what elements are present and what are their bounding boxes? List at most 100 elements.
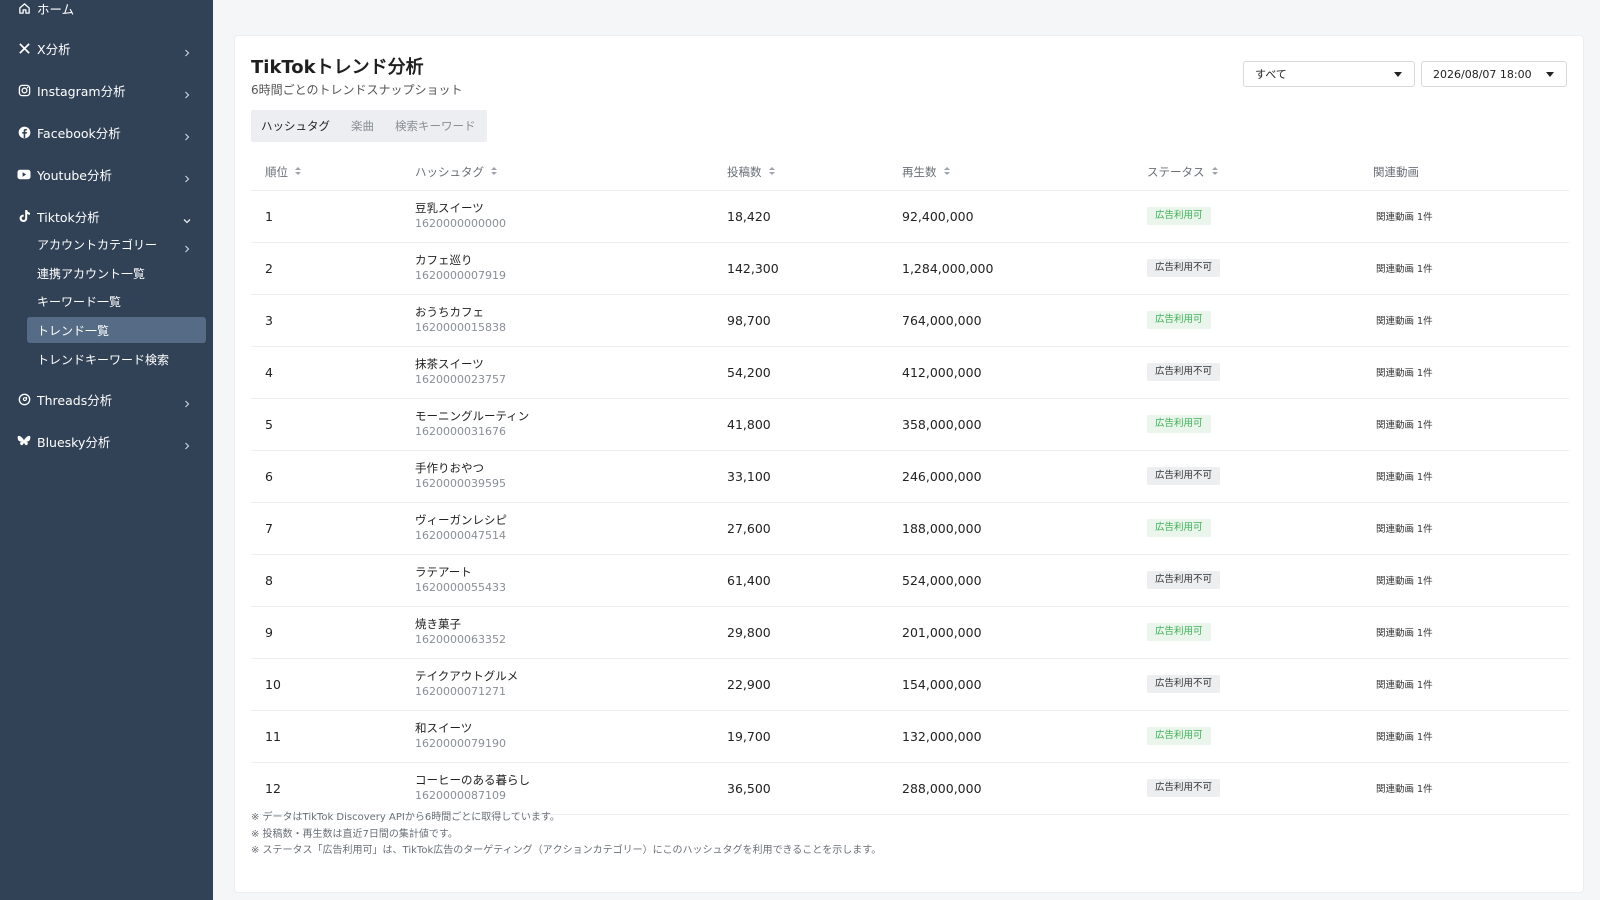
posts-cell: 61,400 <box>727 572 771 588</box>
table-row[interactable]: 3 おうちカフェ 1620000015838 98,700 764,000,000 広告利… <box>251 295 1569 347</box>
sidebar-subitem-account-category[interactable]: アカウントカテゴリー <box>27 231 206 257</box>
filter-select[interactable]: すべて <box>1243 61 1415 87</box>
hashtag-name[interactable]: 手作りおやつ <box>415 460 506 476</box>
related-cell: 関連動画 1件 <box>1376 711 1433 761</box>
related-cell: 関連動画 1件 <box>1376 659 1433 709</box>
hashtag-id: 1620000071271 <box>415 685 506 698</box>
table-row[interactable]: 2 カフェ巡り 1620000007919 142,300 1,284,000,000 広… <box>251 243 1569 295</box>
sidebar-item-tiktok[interactable]: Tiktok分析 <box>0 198 213 234</box>
column-header-hashtag[interactable]: ハッシュタグ <box>415 154 499 190</box>
related-videos-link[interactable]: 関連動画 1件 <box>1376 469 1433 483</box>
sidebar-subitem-linked-accounts[interactable]: 連携アカウント一覧 <box>27 260 206 286</box>
column-header-posts[interactable]: 投稿数 <box>727 154 777 190</box>
trend-card: TikTokトレンド分析 6時間ごとのトレンドスナップショット すべて 2026… <box>234 35 1584 893</box>
table-row[interactable]: 12 コーヒーのある暮らし 1620000087109 36,500 288,000,0… <box>251 763 1569 815</box>
sort-icon[interactable] <box>1211 166 1220 178</box>
sidebar-item-home[interactable]: ホーム <box>0 0 213 26</box>
column-header-views[interactable]: 再生数 <box>902 154 952 190</box>
footnote: ※ 投稿数・再生数は直近7日間の集計値です。 <box>251 828 458 840</box>
chevron-right-icon <box>182 85 192 99</box>
hashtag-name[interactable]: 和スイーツ <box>415 720 506 736</box>
column-header-status[interactable]: ステータス <box>1147 154 1220 190</box>
hashtag-name[interactable]: コーヒーのある暮らし <box>415 772 530 788</box>
posts-cell: 18,420 <box>727 208 771 224</box>
related-videos-link[interactable]: 関連動画 1件 <box>1376 417 1433 431</box>
sidebar-item-instagram[interactable]: Instagram分析 <box>0 72 213 108</box>
table-row[interactable]: 6 手作りおやつ 1620000039595 33,100 246,000,000 広告利… <box>251 451 1569 503</box>
hashtag-cell: 抹茶スイーツ 1620000023757 <box>415 356 506 388</box>
table-row[interactable]: 1 豆乳スイーツ 1620000000000 18,420 92,400,000 広告利用… <box>251 191 1569 243</box>
sidebar-item-threads[interactable]: Threads分析 <box>0 381 213 417</box>
hashtag-name[interactable]: モーニングルーティン <box>415 408 529 424</box>
footnotes: ※ データはTikTok Discovery APIから6時間ごとに取得していま… <box>251 810 881 860</box>
sort-icon[interactable] <box>943 166 952 178</box>
rank-cell: 7 <box>265 520 273 536</box>
related-videos-link[interactable]: 関連動画 1件 <box>1376 365 1433 379</box>
sidebar-subitem-trend-keyword-search[interactable]: トレンドキーワード検索 <box>27 346 206 372</box>
sidebar-subitem-trends[interactable]: トレンド一覧 <box>27 317 206 343</box>
related-cell: 関連動画 1件 <box>1376 607 1433 657</box>
datetime-select[interactable]: 2026/08/07 18:00 <box>1421 61 1567 87</box>
sidebar-item-label: Threads分析 <box>37 392 113 408</box>
related-videos-link[interactable]: 関連動画 1件 <box>1376 261 1433 275</box>
tab-search-keyword[interactable]: 検索キーワード <box>395 110 476 142</box>
related-videos-link[interactable]: 関連動画 1件 <box>1376 313 1433 327</box>
status-badge: 広告利用可 <box>1147 623 1211 641</box>
related-videos-link[interactable]: 関連動画 1件 <box>1376 729 1433 743</box>
related-videos-link[interactable]: 関連動画 1件 <box>1376 625 1433 639</box>
page-subtitle: 6時間ごとのトレンドスナップショット <box>251 83 463 97</box>
caret-down-icon <box>1546 71 1554 77</box>
views-cell: 246,000,000 <box>902 468 982 484</box>
hashtag-name[interactable]: おうちカフェ <box>415 304 506 320</box>
column-header-rank[interactable]: 順位 <box>265 154 303 190</box>
hashtag-cell: 手作りおやつ 1620000039595 <box>415 460 506 492</box>
hashtag-name[interactable]: 抹茶スイーツ <box>415 356 506 372</box>
status-cell: 広告利用不可 <box>1147 347 1221 397</box>
hashtag-name[interactable]: 豆乳スイーツ <box>415 200 506 216</box>
status-badge: 広告利用可 <box>1147 311 1211 329</box>
sidebar-subitem-keywords[interactable]: キーワード一覧 <box>27 288 206 314</box>
related-videos-link[interactable]: 関連動画 1件 <box>1376 677 1433 691</box>
hashtag-name[interactable]: テイクアウトグルメ <box>415 668 518 684</box>
table-row[interactable]: 8 ラテアート 1620000055433 61,400 524,000,000 広告利用… <box>251 555 1569 607</box>
sort-icon[interactable] <box>295 166 303 178</box>
related-cell: 関連動画 1件 <box>1376 243 1433 293</box>
sidebar-item-bluesky[interactable]: Bluesky分析 <box>0 423 213 459</box>
related-cell: 関連動画 1件 <box>1376 295 1433 345</box>
rank-cell: 4 <box>265 364 273 380</box>
hashtag-name[interactable]: ラテアート <box>415 564 506 580</box>
table-row[interactable]: 4 抹茶スイーツ 1620000023757 54,200 412,000,000 広告利… <box>251 347 1569 399</box>
tab-bar: ハッシュタグ 楽曲 検索キーワード <box>251 110 487 142</box>
table-row[interactable]: 11 和スイーツ 1620000079190 19,700 132,000,000 広告利… <box>251 711 1569 763</box>
sidebar-item-x[interactable]: X分析 <box>0 30 213 66</box>
related-videos-link[interactable]: 関連動画 1件 <box>1376 209 1433 223</box>
hashtag-name[interactable]: 焼き菓子 <box>415 616 506 632</box>
posts-cell: 142,300 <box>727 260 779 276</box>
sort-icon[interactable] <box>491 166 499 178</box>
related-cell: 関連動画 1件 <box>1376 451 1433 501</box>
hashtag-cell: モーニングルーティン 1620000031676 <box>415 408 529 440</box>
views-cell: 764,000,000 <box>902 312 982 328</box>
related-videos-link[interactable]: 関連動画 1件 <box>1376 573 1433 587</box>
related-videos-link[interactable]: 関連動画 1件 <box>1376 781 1433 795</box>
table-row[interactable]: 10 テイクアウトグルメ 1620000071271 22,900 154,000,00… <box>251 659 1569 711</box>
table-row[interactable]: 5 モーニングルーティン 1620000031676 41,800 358,000,00… <box>251 399 1569 451</box>
caret-down-icon <box>1394 71 1402 77</box>
table-row[interactable]: 7 ヴィーガンレシピ 1620000047514 27,600 188,000,000 広… <box>251 503 1569 555</box>
tab-hashtag[interactable]: ハッシュタグ <box>261 110 330 142</box>
table-row[interactable]: 9 焼き菓子 1620000063352 29,800 201,000,000 広告利用可… <box>251 607 1569 659</box>
rank-cell: 6 <box>265 468 273 484</box>
status-badge: 広告利用不可 <box>1147 675 1221 693</box>
sidebar-item-youtube[interactable]: Youtube分析 <box>0 156 213 192</box>
chevron-right-icon <box>182 436 192 450</box>
related-videos-link[interactable]: 関連動画 1件 <box>1376 521 1433 535</box>
sidebar-item-facebook[interactable]: Facebook分析 <box>0 114 213 150</box>
posts-cell: 27,600 <box>727 520 771 536</box>
hashtag-name[interactable]: ヴィーガンレシピ <box>415 512 507 528</box>
status-cell: 広告利用可 <box>1147 399 1211 449</box>
tab-music[interactable]: 楽曲 <box>351 110 374 142</box>
views-cell: 288,000,000 <box>902 780 982 796</box>
hashtag-cell: コーヒーのある暮らし 1620000087109 <box>415 772 530 804</box>
hashtag-name[interactable]: カフェ巡り <box>415 252 506 268</box>
sort-icon[interactable] <box>768 166 777 178</box>
